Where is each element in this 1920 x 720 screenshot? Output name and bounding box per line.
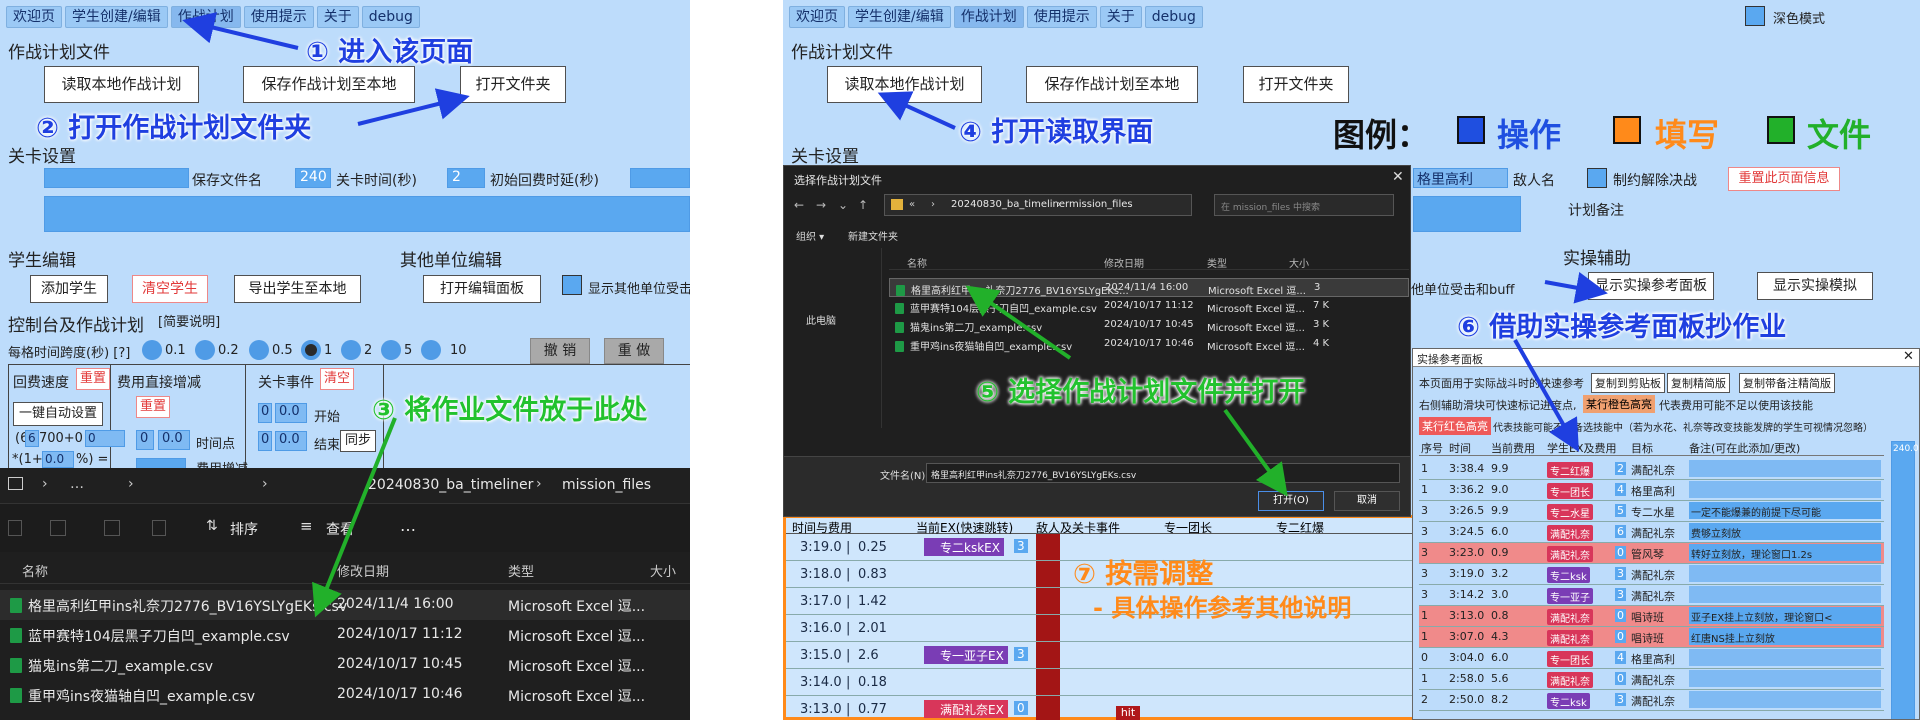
arrow-step6-panel <box>1513 339 1579 452</box>
arrow-step3 <box>312 417 397 618</box>
arrow-step2 <box>357 88 470 126</box>
arrow-step1 <box>182 12 299 50</box>
arrow-step5-open <box>1223 408 1288 497</box>
arrow-step6-button <box>1544 271 1608 304</box>
annotation-arrows <box>182 12 1608 618</box>
arrow-step4 <box>877 91 956 130</box>
arrow-step5-file <box>965 285 1072 360</box>
